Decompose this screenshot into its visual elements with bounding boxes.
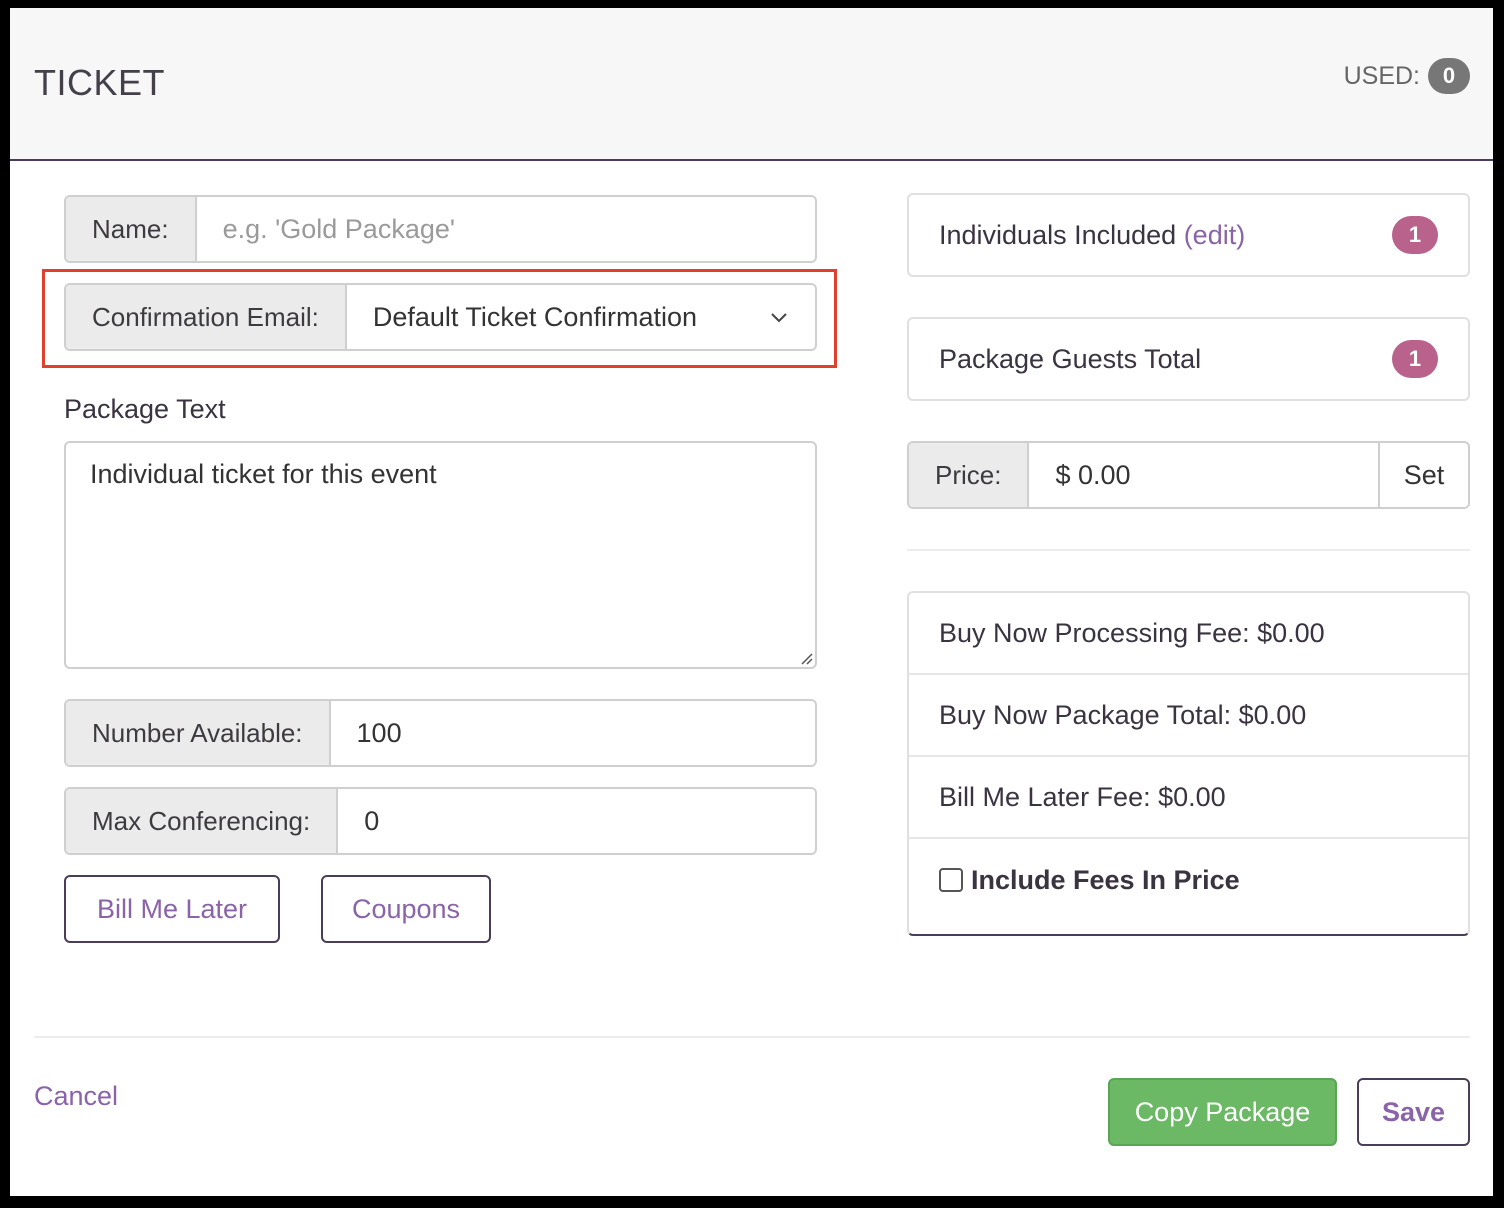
name-label: Name: xyxy=(66,197,197,261)
price-input-group: Price: $ 0.00 Set xyxy=(907,441,1470,509)
max-conferencing-group: Max Conferencing: 0 xyxy=(64,787,817,855)
price-input[interactable]: $ 0.00 xyxy=(1029,443,1378,507)
copy-package-button[interactable]: Copy Package xyxy=(1108,1078,1337,1146)
confirmation-email-label: Confirmation Email: xyxy=(66,285,347,349)
name-input[interactable] xyxy=(196,197,815,261)
bill-me-later-button[interactable]: Bill Me Later xyxy=(64,875,280,943)
coupons-button[interactable]: Coupons xyxy=(321,875,491,943)
confirmation-email-group: Confirmation Email: Default Ticket Confi… xyxy=(64,283,817,351)
include-fees-label: Include Fees In Price xyxy=(971,864,1240,895)
fees-panel: Buy Now Processing Fee: $0.00 Buy Now Pa… xyxy=(907,591,1470,936)
used-indicator: USED: 0 xyxy=(1344,58,1470,94)
modal-header: TICKET USED: 0 xyxy=(10,8,1493,161)
bill-later-fee-row: Bill Me Later Fee: $0.00 xyxy=(909,757,1468,839)
package-text-area[interactable]: Individual ticket for this event xyxy=(64,441,817,669)
chevron-down-icon xyxy=(771,313,787,323)
cancel-link[interactable]: Cancel xyxy=(34,1081,118,1112)
individuals-included-label: Individuals Included xyxy=(939,219,1177,250)
number-available-group: Number Available: 100 xyxy=(64,699,817,767)
max-conferencing-input[interactable]: 0 xyxy=(338,789,815,853)
processing-fee-row: Buy Now Processing Fee: $0.00 xyxy=(909,593,1468,675)
ticket-modal: TICKET USED: 0 Name: Confirmation Email:… xyxy=(10,8,1493,1196)
divider xyxy=(907,549,1470,551)
include-fees-checkbox[interactable] xyxy=(939,868,963,892)
confirmation-email-value: Default Ticket Confirmation xyxy=(372,301,697,332)
resize-grip-icon[interactable] xyxy=(797,649,813,665)
package-total-row: Buy Now Package Total: $0.00 xyxy=(909,675,1468,757)
max-conferencing-label: Max Conferencing: xyxy=(66,789,339,853)
include-fees-row: Include Fees In Price xyxy=(909,839,1468,921)
price-label: Price: xyxy=(909,443,1030,507)
individuals-count-badge: 1 xyxy=(1392,216,1438,254)
package-text-value: Individual ticket for this event xyxy=(90,459,437,489)
number-available-input[interactable]: 100 xyxy=(330,701,815,765)
modal-title: TICKET xyxy=(34,62,166,103)
package-guests-label: Package Guests Total xyxy=(939,343,1202,374)
package-guests-panel: Package Guests Total 1 xyxy=(907,317,1470,401)
number-available-label: Number Available: xyxy=(66,701,331,765)
individuals-included-text: Individuals Included (edit) xyxy=(939,220,1245,251)
used-label: USED: xyxy=(1343,61,1420,90)
footer-divider xyxy=(34,1036,1470,1038)
confirmation-email-select[interactable]: Default Ticket Confirmation xyxy=(346,285,815,349)
individuals-edit-link[interactable]: (edit) xyxy=(1184,220,1246,250)
save-button[interactable]: Save xyxy=(1357,1078,1470,1146)
set-price-button[interactable]: Set xyxy=(1378,443,1468,507)
package-text-label: Package Text xyxy=(64,394,226,424)
package-guests-count-badge: 1 xyxy=(1392,340,1438,378)
used-count-badge: 0 xyxy=(1428,58,1470,94)
individuals-included-panel: Individuals Included (edit) 1 xyxy=(907,193,1470,277)
name-input-group: Name: xyxy=(64,195,817,263)
